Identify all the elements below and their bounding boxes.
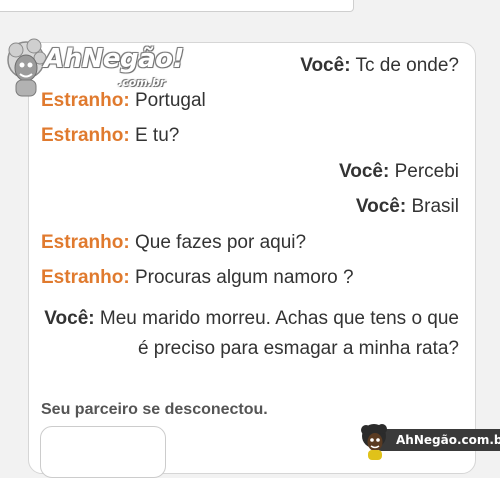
badge-label: AhNegão.com.br <box>378 429 500 451</box>
logo-wordmark: AhNegão! <box>44 44 184 74</box>
message-stranger: Estranho: Que fazes por aqui? <box>41 232 306 254</box>
sender-label: Estranho: <box>41 232 130 253</box>
new-chat-button[interactable] <box>40 426 166 478</box>
sender-label: Estranho: <box>41 125 130 146</box>
message-stranger: Estranho: Procuras algum namoro ? <box>41 267 354 289</box>
watermark-badge: AhNegão.com.br <box>358 423 500 461</box>
message-stranger: Estranho: E tu? <box>41 125 179 147</box>
message-stranger: Estranho: Portugal <box>41 90 206 112</box>
logo-domain: .com.br <box>118 76 166 89</box>
avatar-mascot-icon <box>361 424 387 460</box>
sender-label: Estranho: <box>41 90 130 111</box>
message-you: Você: Tc de onde? <box>300 55 459 77</box>
message-text: Meu marido morreu. Achas que tens o que … <box>99 308 459 359</box>
message-text: Portugal <box>134 90 206 111</box>
message-you: Você: Meu marido morreu. Achas que tens … <box>39 304 459 364</box>
message-text: Que fazes por aqui? <box>134 232 307 253</box>
message-text: Percebi <box>394 161 459 182</box>
sender-label: Estranho: <box>41 267 130 288</box>
message-you: Você: Percebi <box>339 161 459 183</box>
top-input-field[interactable] <box>0 0 354 12</box>
message-you: Você: Brasil <box>356 196 459 218</box>
sender-label: Você: <box>338 161 390 182</box>
message-text: Brasil <box>411 196 459 217</box>
disconnect-status: Seu parceiro se desconectou. <box>41 401 268 418</box>
message-text: Tc de onde? <box>355 55 459 76</box>
sender-label: Você: <box>355 196 407 217</box>
sender-label: Você: <box>44 308 95 329</box>
message-text: E tu? <box>134 125 180 146</box>
sender-label: Você: <box>300 55 351 76</box>
message-text: Procuras algum namoro ? <box>134 267 354 288</box>
